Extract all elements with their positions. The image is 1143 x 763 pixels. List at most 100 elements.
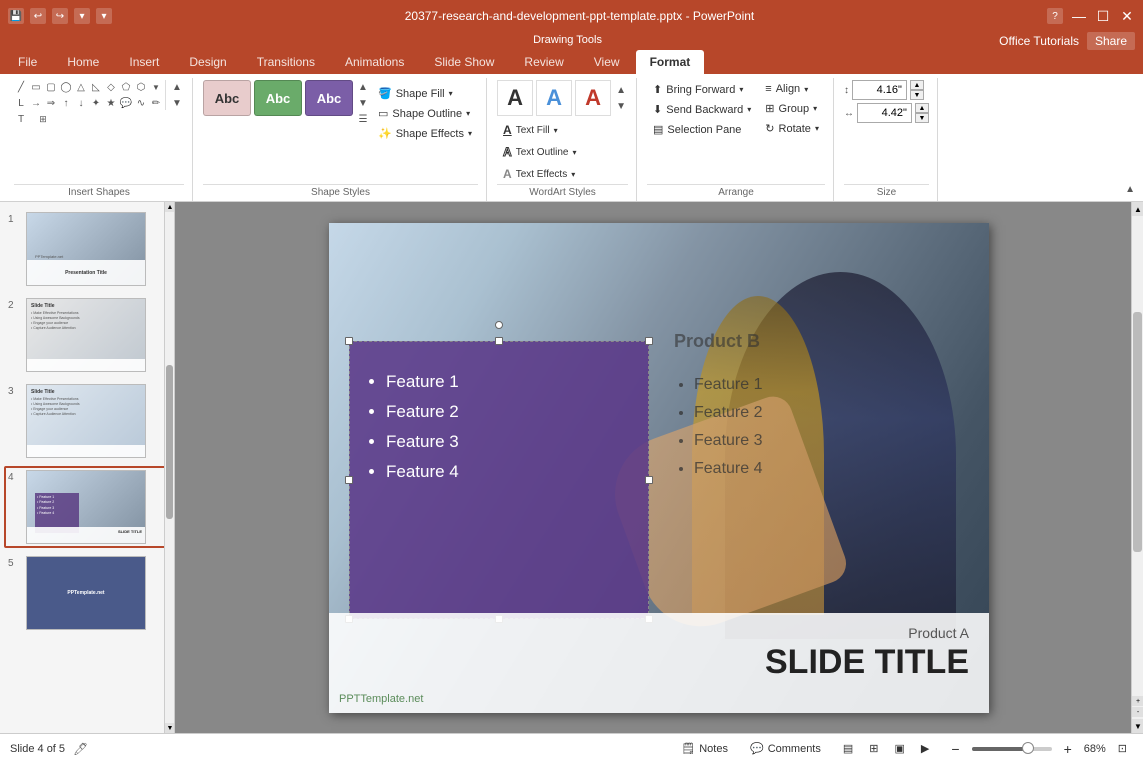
notes-btn[interactable]: 🗒 Notes: [675, 740, 734, 757]
slide-panel[interactable]: 1 Presentation Title PPTemplate.net 2 Sl…: [0, 202, 175, 733]
fit-slide-btn[interactable]: ⊡: [1112, 740, 1133, 757]
send-backward-btn[interactable]: ⬇ Send Backward ▾: [647, 100, 757, 119]
tab-transitions[interactable]: Transitions: [243, 50, 329, 74]
scroll-expand-2[interactable]: -: [1132, 707, 1143, 717]
star-shape[interactable]: ✦: [89, 96, 103, 110]
restore-btn[interactable]: ☐: [1095, 8, 1111, 24]
shape-fill-btn[interactable]: 🪣 Shape Fill ▾: [372, 84, 478, 103]
zoom-in-btn[interactable]: +: [1058, 739, 1078, 759]
handle-ml[interactable]: [345, 476, 353, 484]
freeform-shape[interactable]: ✏: [149, 96, 163, 110]
handle-tl[interactable]: [345, 337, 353, 345]
reading-view-btn[interactable]: ▣: [889, 740, 911, 757]
vscroll-down[interactable]: ▼: [1132, 719, 1143, 733]
tab-file[interactable]: File: [4, 50, 51, 74]
more-icon[interactable]: ▾: [96, 8, 112, 24]
shape-outline-btn[interactable]: ▭ Shape Outline ▾: [372, 104, 478, 123]
shapes-more-down[interactable]: ▼: [170, 96, 184, 110]
icon-arrange[interactable]: ⊞: [29, 112, 57, 126]
height-down[interactable]: ▼: [910, 90, 924, 100]
shapes-more-up[interactable]: ▲: [170, 80, 184, 94]
hexagon-shape[interactable]: ⬡: [134, 80, 148, 94]
arrow-shape[interactable]: →: [29, 96, 43, 110]
redo-icon[interactable]: ↪: [52, 8, 68, 24]
diamond-shape[interactable]: ◇: [104, 80, 118, 94]
canvas-vscroll[interactable]: ▲ + - ▼: [1131, 202, 1143, 733]
collapse-ribbon-btn[interactable]: ▲: [1123, 182, 1137, 197]
share-btn[interactable]: Share: [1087, 32, 1135, 50]
rotate-btn[interactable]: ↻ Rotate ▾: [759, 119, 825, 138]
slide-thumb-2[interactable]: 2 Slide Title • Make Effective Presentat…: [4, 294, 170, 376]
text-effects-btn[interactable]: A Text Effects ▾: [497, 164, 628, 184]
height-input[interactable]: [852, 80, 907, 100]
zoom-slider[interactable]: [972, 747, 1052, 751]
text-outline-btn[interactable]: A Text Outline ▾: [497, 142, 628, 162]
swatch-3[interactable]: Abc: [305, 80, 353, 116]
rarrow-shape[interactable]: ⇒: [44, 96, 58, 110]
help-icon[interactable]: ?: [1047, 8, 1063, 24]
rotate-handle[interactable]: [495, 321, 503, 329]
undo-icon[interactable]: ↩: [30, 8, 46, 24]
tab-animations[interactable]: Animations: [331, 50, 418, 74]
normal-view-btn[interactable]: ▤: [837, 740, 859, 757]
curve-shape[interactable]: ∿: [134, 96, 148, 110]
text-fill-btn[interactable]: A Text Fill ▾: [497, 120, 628, 140]
tab-design[interactable]: Design: [175, 50, 240, 74]
height-up[interactable]: ▲: [910, 80, 924, 90]
callout-shape[interactable]: 💬: [119, 96, 133, 110]
wordart-blue[interactable]: A: [536, 80, 572, 116]
office-tutorials-btn[interactable]: Office Tutorials: [999, 34, 1079, 48]
bring-forward-btn[interactable]: ⬆ Bring Forward ▾: [647, 80, 757, 99]
star5-shape[interactable]: ★: [104, 96, 118, 110]
tab-insert[interactable]: Insert: [115, 50, 173, 74]
minimize-btn[interactable]: —: [1071, 8, 1087, 24]
lshape[interactable]: L: [14, 96, 28, 110]
uarrow-shape[interactable]: ↑: [59, 96, 73, 110]
line-shape[interactable]: ╱: [14, 80, 28, 94]
selection-pane-btn[interactable]: ▤ Selection Pane: [647, 120, 757, 139]
width-input[interactable]: [857, 103, 912, 123]
swatch-2[interactable]: Abc: [254, 80, 302, 116]
slide-thumb-5[interactable]: 5 PPTemplate.net: [4, 552, 170, 634]
group-btn[interactable]: ⊞ Group ▾: [759, 99, 825, 118]
wordart-down[interactable]: ▼: [614, 99, 628, 113]
align-btn[interactable]: ≡ Align ▾: [759, 80, 825, 98]
rounded-rect-shape[interactable]: ▢: [44, 80, 58, 94]
slide-thumb-4[interactable]: 4 • Feature 1• Feature 2• Feature 3• Fea…: [4, 466, 170, 548]
handle-tc[interactable]: [495, 337, 503, 345]
shape-effects-btn[interactable]: ✨ Shape Effects ▾: [372, 124, 478, 143]
tab-home[interactable]: Home: [53, 50, 113, 74]
scroll-down-btn[interactable]: ▼: [165, 723, 175, 733]
zoom-out-btn[interactable]: −: [945, 739, 965, 759]
customize-icon[interactable]: ▾: [74, 8, 90, 24]
tab-format[interactable]: Format: [636, 50, 705, 74]
styles-more-all[interactable]: ☰: [356, 112, 370, 126]
wordart-red[interactable]: A: [575, 80, 611, 116]
tab-view[interactable]: View: [580, 50, 634, 74]
styles-more-up[interactable]: ▲: [356, 80, 370, 94]
scroll-expand-1[interactable]: +: [1132, 696, 1143, 706]
slideshow-btn[interactable]: ▶: [915, 740, 935, 757]
tab-review[interactable]: Review: [510, 50, 577, 74]
save-icon[interactable]: 💾: [8, 8, 24, 24]
darrow-shape[interactable]: ↓: [74, 96, 88, 110]
slide-thumb-3[interactable]: 3 Slide Title • Make Effective Presentat…: [4, 380, 170, 462]
oval-shape[interactable]: ◯: [59, 80, 73, 94]
pentagon-shape[interactable]: ⬠: [119, 80, 133, 94]
more-shapes[interactable]: ▼: [149, 80, 163, 94]
selection-container[interactable]: Feature 1 Feature 2 Feature 3 Feature 4: [349, 341, 649, 619]
width-down[interactable]: ▼: [915, 113, 929, 123]
rtriangle-shape[interactable]: ◺: [89, 80, 103, 94]
handle-tr[interactable]: [645, 337, 653, 345]
rect-shape[interactable]: ▭: [29, 80, 43, 94]
styles-more-down[interactable]: ▼: [356, 96, 370, 110]
slide-sorter-btn[interactable]: ⊞: [863, 740, 884, 757]
textbox-shape[interactable]: T: [14, 112, 28, 126]
tab-slideshow[interactable]: Slide Show: [420, 50, 508, 74]
handle-mr[interactable]: [645, 476, 653, 484]
triangle-shape[interactable]: △: [74, 80, 88, 94]
zoom-thumb[interactable]: [1022, 742, 1034, 754]
slide-thumb-1[interactable]: 1 Presentation Title PPTemplate.net: [4, 208, 170, 290]
width-up[interactable]: ▲: [915, 103, 929, 113]
wordart-plain[interactable]: A: [497, 80, 533, 116]
